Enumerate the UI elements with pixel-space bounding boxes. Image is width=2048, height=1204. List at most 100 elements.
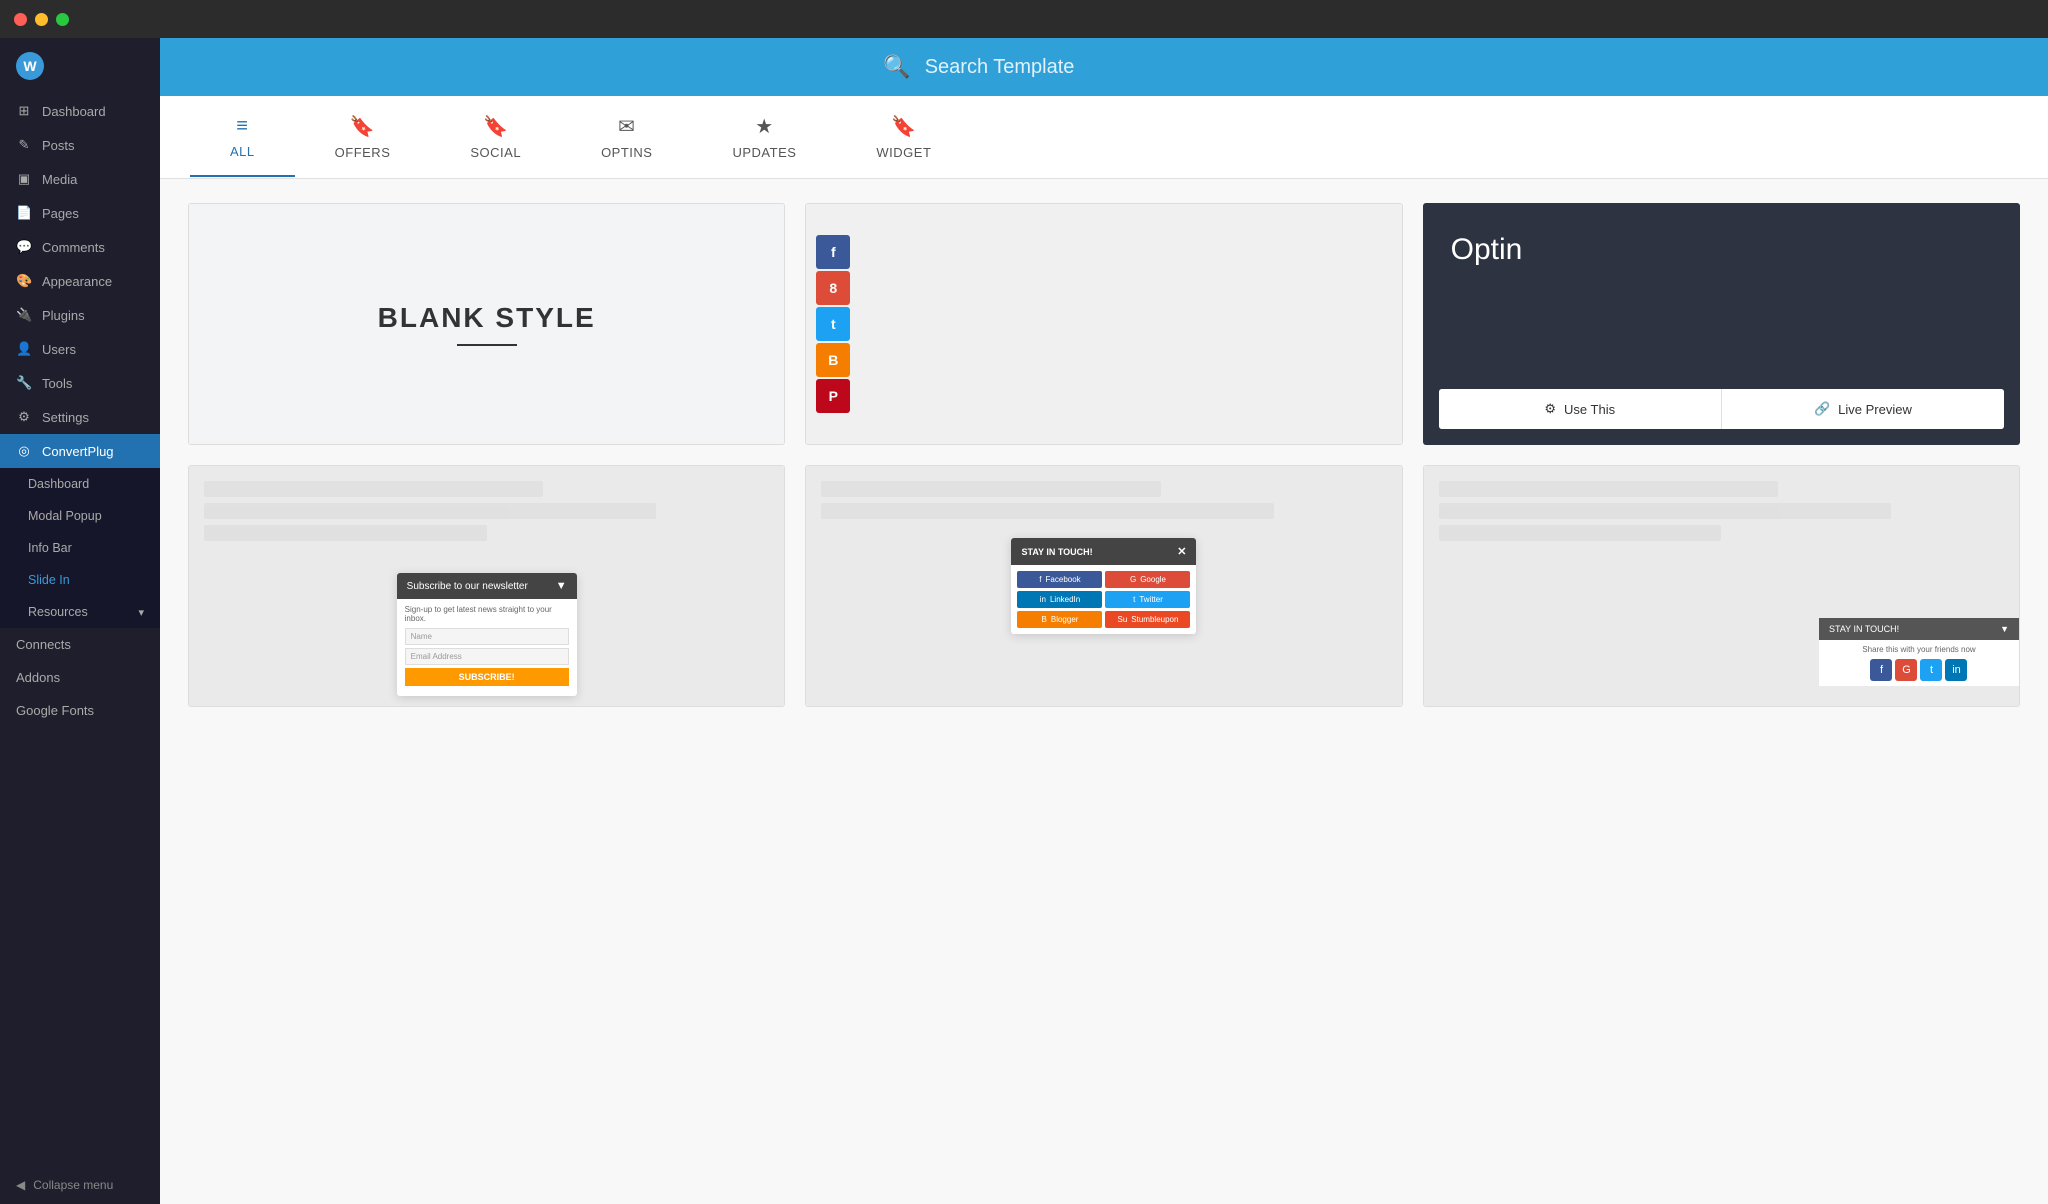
search-bar: 🔍 bbox=[160, 38, 2048, 96]
live-preview-btn-optin[interactable]: 🔗 Live Preview bbox=[1721, 389, 2004, 429]
template-card-optin[interactable]: Optin ⚙ Use This 🔗 Live Preview bbox=[1423, 203, 2020, 445]
sidebar-item-label: Comments bbox=[42, 240, 105, 255]
sidebar-item-addons[interactable]: Addons bbox=[0, 661, 160, 694]
tab-all-label: ALL bbox=[230, 144, 255, 159]
addons-label: Addons bbox=[16, 670, 60, 685]
use-this-btn-newsletter[interactable]: Use This bbox=[391, 571, 470, 601]
use-this-btn-sit[interactable]: Use This bbox=[1008, 571, 1087, 601]
sidebar-item-settings[interactable]: ⚙ Settings bbox=[0, 400, 160, 434]
users-icon: 👤 bbox=[16, 341, 32, 357]
live-preview-btn-social[interactable]: Live Preview bbox=[1100, 309, 1200, 339]
social-icon: 🔖 bbox=[483, 114, 508, 139]
sidebar-item-connects[interactable]: Connects bbox=[0, 628, 160, 661]
tab-updates[interactable]: ★ UPDATES bbox=[692, 96, 836, 178]
collapse-icon: ◀ bbox=[16, 1178, 25, 1192]
category-tabs: ≡ ALL 🔖 OFFERS 🔖 SOCIAL ✉ OPTINS ★ UPDAT… bbox=[160, 96, 2048, 179]
offers-icon: 🔖 bbox=[350, 114, 375, 139]
sidebar-item-label: Tools bbox=[42, 376, 72, 391]
sidebar-nav: ⊞ Dashboard ✎ Posts ▣ Media 📄 Pages 💬 Co… bbox=[0, 94, 160, 1166]
sidebar-item-modal-popup[interactable]: Modal Popup bbox=[0, 500, 160, 532]
sidebar-item-label: Settings bbox=[42, 410, 89, 425]
chevron-down-icon: ▾ bbox=[138, 606, 144, 619]
media-icon: ▣ bbox=[16, 171, 32, 187]
sidebar-item-convertplug[interactable]: ◎ ConvertPlug bbox=[0, 434, 160, 468]
sidebar-item-info-bar[interactable]: Info Bar bbox=[0, 532, 160, 564]
sidebar-item-label: ConvertPlug bbox=[42, 444, 114, 459]
sidebar-item-comments[interactable]: 💬 Comments bbox=[0, 230, 160, 264]
appearance-icon: 🎨 bbox=[16, 273, 32, 289]
collapse-label: Collapse menu bbox=[33, 1178, 113, 1192]
main-content: 🔍 ≡ ALL 🔖 OFFERS 🔖 SOCIAL ✉ OPTINS ★ bbox=[160, 38, 2048, 1204]
pages-icon: 📄 bbox=[16, 205, 32, 221]
use-this-btn-blank[interactable]: Use This bbox=[391, 309, 470, 339]
sidebar-item-slide-in[interactable]: Slide In bbox=[0, 564, 160, 596]
sidebar-item-label: Plugins bbox=[42, 308, 85, 323]
close-button[interactable] bbox=[14, 13, 27, 26]
sidebar: W ⊞ Dashboard ✎ Posts ▣ Media 📄 Pages 💬 … bbox=[0, 38, 160, 1204]
templates-area: BLANK STYLE Use This Live Preview bbox=[160, 179, 2048, 1204]
live-preview-btn-blank[interactable]: Live Preview bbox=[482, 309, 582, 339]
tab-optins[interactable]: ✉ OPTINS bbox=[561, 96, 692, 178]
sidebar-item-media[interactable]: ▣ Media bbox=[0, 162, 160, 196]
sidebar-item-users[interactable]: 👤 Users bbox=[0, 332, 160, 366]
sidebar-item-tools[interactable]: 🔧 Tools bbox=[0, 366, 160, 400]
search-input[interactable] bbox=[925, 56, 1325, 79]
gear-icon: ⚙ bbox=[1544, 401, 1556, 417]
connects-label: Connects bbox=[16, 637, 71, 652]
plugins-icon: 🔌 bbox=[16, 307, 32, 323]
dark-card-title: Optin bbox=[1451, 233, 1992, 267]
sidebar-item-posts[interactable]: ✎ Posts bbox=[0, 128, 160, 162]
tab-all[interactable]: ≡ ALL bbox=[190, 97, 295, 177]
sidebar-item-google-fonts[interactable]: Google Fonts bbox=[0, 694, 160, 727]
sidebar-item-label: Posts bbox=[42, 138, 75, 153]
sidebar-item-resources[interactable]: Resources ▾ bbox=[0, 596, 160, 628]
tab-offers[interactable]: 🔖 OFFERS bbox=[295, 96, 431, 178]
comments-icon: 💬 bbox=[16, 239, 32, 255]
use-this-btn-social[interactable]: Use This bbox=[1008, 309, 1087, 339]
tab-offers-label: OFFERS bbox=[335, 145, 391, 160]
sidebar-item-cp-dashboard[interactable]: Dashboard bbox=[0, 468, 160, 500]
tab-widget[interactable]: 🔖 WIDGET bbox=[836, 96, 971, 178]
tab-optins-label: OPTINS bbox=[601, 145, 652, 160]
dashboard-icon: ⊞ bbox=[16, 103, 32, 119]
sidebar-item-plugins[interactable]: 🔌 Plugins bbox=[0, 298, 160, 332]
live-preview-btn-sit[interactable]: Live Preview bbox=[1100, 571, 1200, 601]
sidebar-item-appearance[interactable]: 🎨 Appearance bbox=[0, 264, 160, 298]
slide-in-label: Slide In bbox=[28, 573, 70, 587]
tab-social[interactable]: 🔖 SOCIAL bbox=[430, 96, 561, 178]
maximize-button[interactable] bbox=[56, 13, 69, 26]
convertplug-submenu: Dashboard Modal Popup Info Bar Slide In … bbox=[0, 468, 160, 628]
dark-card-actions: ⚙ Use This 🔗 Live Preview bbox=[1439, 389, 2004, 429]
template-card-sit-sidebar[interactable]: STAY IN TOUCH! ▼ Share this with your fr… bbox=[1423, 465, 2020, 707]
template-card-blank[interactable]: BLANK STYLE Use This Live Preview bbox=[188, 203, 785, 445]
live-preview-btn-newsletter[interactable]: Live Preview bbox=[482, 571, 582, 601]
tools-icon: 🔧 bbox=[16, 375, 32, 391]
sidebar-logo: W bbox=[0, 38, 160, 94]
link-icon: 🔗 bbox=[1814, 401, 1830, 417]
template-card-newsletter[interactable]: Subscribe to our newsletter ▼ Sign-up to… bbox=[188, 465, 785, 707]
modal-popup-label: Modal Popup bbox=[28, 509, 102, 523]
sidebar-item-label: Appearance bbox=[42, 274, 112, 289]
use-this-btn-sit-sidebar[interactable]: Use This bbox=[1626, 571, 1705, 601]
sidebar-item-label: Dashboard bbox=[42, 104, 106, 119]
cp-dashboard-label: Dashboard bbox=[28, 477, 89, 491]
minimize-button[interactable] bbox=[35, 13, 48, 26]
sidebar-item-dashboard[interactable]: ⊞ Dashboard bbox=[0, 94, 160, 128]
use-this-label: Use This bbox=[1564, 402, 1615, 417]
search-icon: 🔍 bbox=[883, 54, 910, 80]
widget-icon: 🔖 bbox=[891, 114, 916, 139]
collapse-menu-button[interactable]: ◀ Collapse menu bbox=[0, 1166, 160, 1204]
tab-updates-label: UPDATES bbox=[732, 145, 796, 160]
sidebar-item-label: Users bbox=[42, 342, 76, 357]
info-bar-label: Info Bar bbox=[28, 541, 72, 555]
dark-card-header: Optin bbox=[1423, 203, 2020, 287]
template-card-sit[interactable]: STAY IN TOUCH! ✕ f Facebook G bbox=[805, 465, 1402, 707]
template-card-social[interactable]: f 8 t B P Use This Live Preview bbox=[805, 203, 1402, 445]
all-icon: ≡ bbox=[236, 115, 248, 138]
app-layout: W ⊞ Dashboard ✎ Posts ▣ Media 📄 Pages 💬 … bbox=[0, 38, 2048, 1204]
tab-social-label: SOCIAL bbox=[470, 145, 521, 160]
dark-card-body bbox=[1423, 287, 2020, 373]
use-this-btn-optin[interactable]: ⚙ Use This bbox=[1439, 389, 1721, 429]
sidebar-item-pages[interactable]: 📄 Pages bbox=[0, 196, 160, 230]
live-preview-btn-sit-sidebar[interactable]: Live Preview bbox=[1717, 571, 1817, 601]
